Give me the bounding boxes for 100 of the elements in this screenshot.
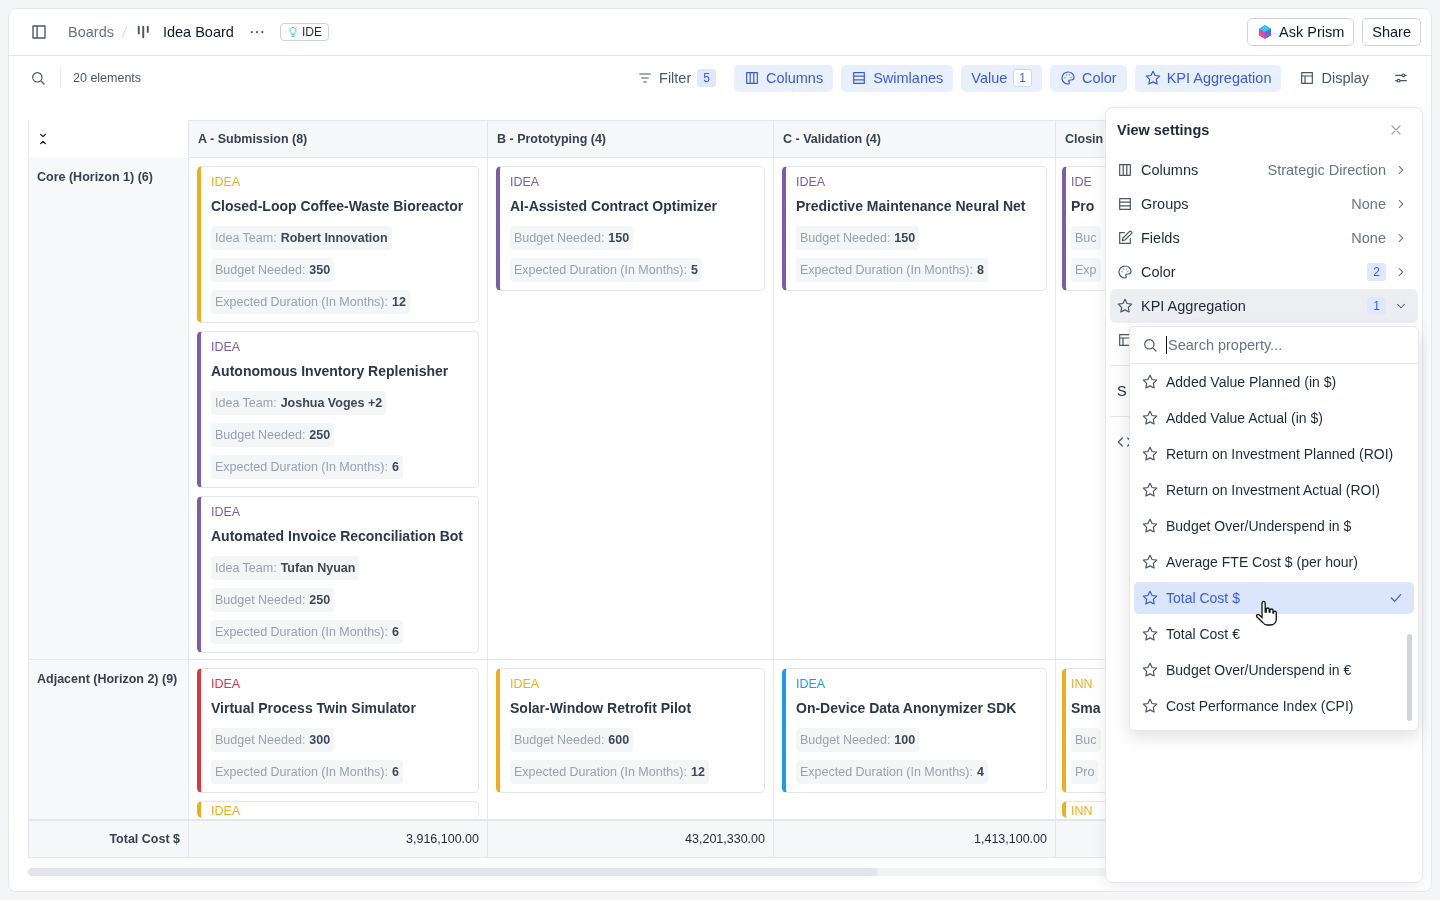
settings-row[interactable]: Fields None <box>1110 221 1418 255</box>
property-option[interactable]: Total Cost € <box>1134 618 1414 650</box>
card-title: Automated Invoice Reconciliation Bot <box>211 527 465 546</box>
sidebar-toggle-icon[interactable] <box>30 23 48 41</box>
idea-card[interactable]: IDEA Solar-Window Retrofit Pilot Budget Needed: 600 Expected Duration (In Months): 12 <box>496 668 765 793</box>
total-value: 1,413,100.00 <box>774 820 1056 857</box>
filter-button[interactable]: Filter 5 <box>627 64 726 92</box>
field-chip: Idea Team: Tufan Nyuan <box>211 556 360 580</box>
settings-row[interactable]: Color 2 <box>1110 255 1418 289</box>
field-chip: Expected Duration (In Months): 8 <box>796 258 988 282</box>
settings-row-label: S <box>1117 383 1127 399</box>
card-type-label: IDEA <box>211 174 242 190</box>
field-chip: Budget Needed: 250 <box>211 588 335 612</box>
display-button[interactable]: Display <box>1289 64 1379 92</box>
field-chip: Expected Duration (In Months): 12 <box>211 290 410 314</box>
share-button[interactable]: Share <box>1362 18 1421 46</box>
palette-icon <box>1117 264 1133 280</box>
total-value: 3,916,100.00 <box>189 820 488 857</box>
card-title: AI-Assisted Contract Optimizer <box>510 197 718 216</box>
scrollbar[interactable] <box>1407 634 1412 721</box>
field-chip: Expected Duration (In Months): 12 <box>510 760 709 784</box>
settings-row[interactable]: KPI Aggregation 1 <box>1110 289 1418 323</box>
field-chip: Budget Needed: 250 <box>211 423 335 447</box>
field-chip: Budget Needed: 100 <box>796 728 920 752</box>
search-icon <box>1142 337 1158 353</box>
kpi-button[interactable]: KPI Aggregation <box>1134 64 1282 92</box>
field-chip: Buc <box>1071 226 1101 250</box>
field-chip: Exp <box>1071 258 1101 282</box>
idea-card[interactable]: IDE Pro Buc Exp <box>1062 166 1106 291</box>
field-chip: Buc <box>1071 728 1101 752</box>
swimlane-title: Adjacent (Horizon 2) (9) <box>37 672 178 686</box>
property-option[interactable]: Added Value Actual (in $) <box>1134 402 1414 434</box>
column-header: C - Validation (4) <box>774 120 1056 158</box>
idea-card[interactable]: IDEA Predictive Maintenance Neural Net Budget Needed: 150 Expected Duration (In Months): 8 <box>782 166 1047 291</box>
columns-icon <box>743 70 760 86</box>
star-icon <box>1142 626 1158 642</box>
rows-icon <box>1117 196 1133 212</box>
property-option[interactable]: Average FTE Cost $ (per hour) <box>1134 546 1414 578</box>
property-option[interactable]: Return on Investment Planned (ROI) <box>1134 438 1414 470</box>
card-type-label: IDEA <box>796 676 827 692</box>
column-header: A - Submission (8) <box>189 120 488 158</box>
property-option[interactable]: Added Value Planned (in $) <box>1134 366 1414 398</box>
idea-card[interactable]: IDEA Virtual Process Twin Simulator Budget Needed: 300 Expected Duration (In Months): 6 <box>197 668 479 793</box>
property-option[interactable]: Return on Investment Actual (ROI) <box>1134 474 1414 506</box>
property-option[interactable]: Budget Over/Underspend in € <box>1134 654 1414 686</box>
card-title: Predictive Maintenance Neural Net <box>796 197 1027 216</box>
property-option[interactable]: Total Cost $ <box>1134 582 1414 614</box>
card-title: Sma <box>1071 699 1102 718</box>
columns-button[interactable]: Columns <box>733 64 834 92</box>
idea-card[interactable]: IDEA Autonomous Inventory Replenisher Idea Team: Joshua Voges +2 Budget Needed: 250 Expected Duration (In Months): 6 <box>197 331 479 488</box>
star-icon <box>1142 698 1158 714</box>
card-title: Closed-Loop Coffee-Waste Bioreactor <box>211 197 465 216</box>
settings-row[interactable]: Groups None <box>1110 187 1418 221</box>
property-option[interactable]: Budget Over/Underspend in $ <box>1134 510 1414 542</box>
search-icon[interactable] <box>30 70 46 86</box>
value-button[interactable]: Value 1 <box>961 64 1042 92</box>
breadcrumb-link[interactable]: Boards <box>68 24 114 40</box>
column-header: B - Prototyping (4) <box>488 120 774 158</box>
property-option[interactable]: Cost Performance Index (CPI) <box>1134 690 1414 722</box>
card-type-label: IDEA <box>510 174 541 190</box>
scrollbar[interactable] <box>28 868 878 876</box>
card-title: Pro <box>1071 197 1096 216</box>
idea-card[interactable]: IDEA On-Device Data Anonymizer SDK Budget Needed: 100 Expected Duration (In Months): 4 <box>782 668 1047 793</box>
idea-card[interactable]: IDEA Closed-Loop Coffee-Waste Bioreactor Idea Team: Robert Innovation Budget Needed: 350 Expected Duration (In Months): 12 <box>197 166 479 323</box>
swimlanes-button[interactable]: Swimlanes <box>841 64 954 92</box>
column-header: Closin <box>1056 120 1106 158</box>
idea-card[interactable]: IDEA Automated Invoice Reconciliation Bot Idea Team: Tufan Nyuan Budget Needed: 250 Expected Duration (In Months): 6 <box>197 496 479 653</box>
rows-icon <box>851 70 868 86</box>
layout-icon <box>1299 70 1316 86</box>
star-icon <box>1142 590 1158 606</box>
color-button[interactable]: Color <box>1050 64 1127 92</box>
card-type-label: IDE <box>1071 174 1093 190</box>
field-chip: Idea Team: Robert Innovation <box>211 226 392 250</box>
field-chip: Budget Needed: 600 <box>510 728 634 752</box>
star-icon <box>1144 70 1161 86</box>
star-icon <box>1142 518 1158 534</box>
star-icon <box>1142 554 1158 570</box>
board-tag: IDE <box>279 23 329 41</box>
card-type-label: INN <box>1071 676 1094 692</box>
field-chip: Expected Duration (In Months): 5 <box>510 258 702 282</box>
idea-card[interactable]: IDEA AI-Assisted Contract Optimizer Budget Needed: 150 Expected Duration (In Months): 5 <box>496 166 765 291</box>
card-type-label: IDEA <box>211 676 242 692</box>
settings-icon[interactable] <box>1393 70 1409 86</box>
total-value: 43,201,330.00 <box>488 820 774 857</box>
star-icon <box>1142 662 1158 678</box>
field-chip: Budget Needed: 150 <box>796 226 920 250</box>
settings-row[interactable]: Columns Strategic Direction <box>1110 153 1418 187</box>
card-type-label: IDEA <box>211 804 242 818</box>
card-type-label: IDEA <box>211 504 242 520</box>
element-count: 20 elements <box>73 71 142 85</box>
field-chip: Idea Team: Joshua Voges +2 <box>211 391 387 415</box>
edit-icon <box>1117 230 1133 246</box>
ask-prism-button[interactable]: Ask Prism <box>1247 18 1355 46</box>
star-icon <box>1142 374 1158 390</box>
field-chip: Expected Duration (In Months): 6 <box>211 620 403 644</box>
palette-icon <box>1060 70 1076 86</box>
swimlane-title: Core (Horizon 1) (6) <box>37 170 153 184</box>
star-icon <box>1117 298 1133 314</box>
idea-card[interactable]: INN Sma Buc Pro <box>1062 668 1106 793</box>
filter-icon <box>637 70 654 86</box>
